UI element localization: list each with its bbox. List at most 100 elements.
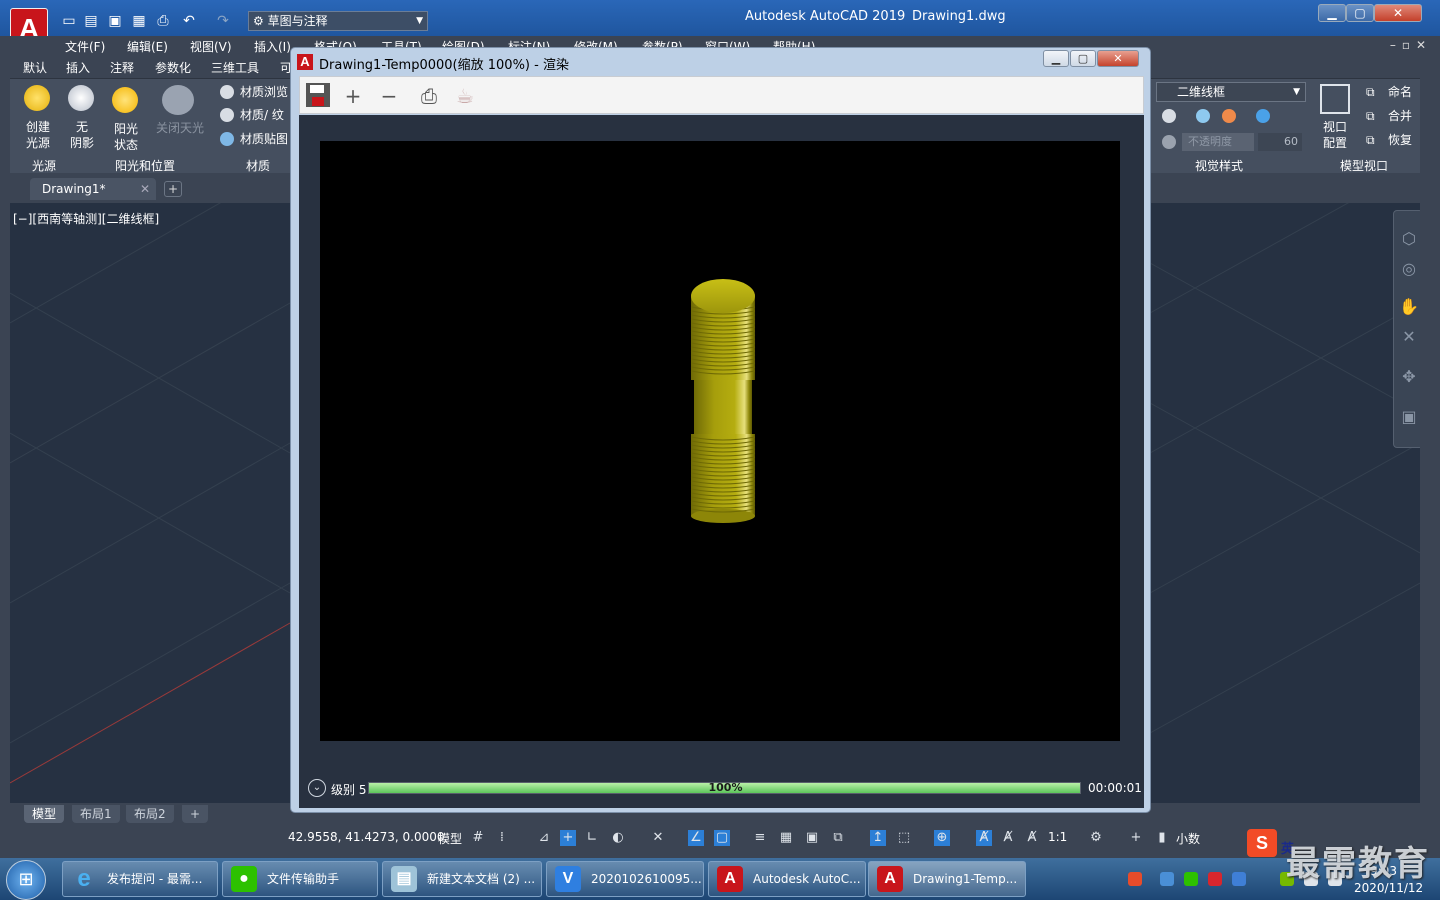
task-ie[interactable]: e 发布提问 - 最需... (62, 861, 218, 897)
sogou-ime-icon[interactable]: S (1247, 829, 1277, 857)
annotation-scale-icon[interactable]: Ⱥ (1024, 830, 1040, 846)
pan-icon[interactable]: ✋ (1399, 297, 1419, 317)
viewport-name-label[interactable]: 命名 (1388, 84, 1412, 100)
panel-model-viewports[interactable]: 模型视口 (1340, 157, 1388, 174)
face-style-icon[interactable] (1196, 109, 1210, 123)
auto-scale-icon[interactable]: Ⱥ (1000, 830, 1016, 846)
object-snap-icon[interactable]: ▢ (714, 830, 730, 846)
showmotion-icon[interactable]: ▣ (1399, 407, 1419, 427)
isodraft-icon[interactable]: ✕ (650, 830, 666, 846)
ribbon-tab-3d-tools[interactable]: 三维工具 (211, 59, 259, 76)
tab-model[interactable]: 模型 (24, 805, 65, 823)
cancel-render-icon[interactable]: ☕ (450, 81, 480, 111)
opacity-value[interactable]: 60 (1258, 133, 1302, 151)
gizmo-icon[interactable]: ⊕ (934, 830, 950, 846)
ribbon-tab-insert[interactable]: 插入 (66, 59, 90, 76)
opacity-toggle-icon[interactable] (1162, 135, 1176, 149)
named-viewport-icon[interactable]: ⧉ (1366, 84, 1375, 100)
task-autocad[interactable]: A Autodesk AutoC... (708, 861, 866, 897)
zoom-icon[interactable]: ✕ (1399, 327, 1419, 347)
object-snap-tracking-icon[interactable]: ∠ (688, 830, 704, 846)
material-texture-label[interactable]: 材质贴图 (240, 131, 288, 147)
save-as-icon[interactable]: ▦ (130, 12, 148, 30)
minimize-button[interactable]: ▁ (1318, 4, 1346, 22)
opacity-slider[interactable]: 不透明度 (1182, 133, 1254, 151)
add-layout-button[interactable]: + (182, 805, 209, 823)
sun-status-icon[interactable] (112, 87, 138, 113)
redo-icon[interactable]: ↷ (214, 12, 232, 30)
material-mapping-label[interactable]: 材质/ 纹 (240, 107, 284, 123)
visual-style-combo[interactable]: 二维线框 ▼ (1156, 82, 1306, 102)
close-button[interactable]: ✕ (1374, 4, 1422, 22)
grid-icon[interactable]: # (470, 830, 486, 846)
selection-filter-icon[interactable]: ⬚ (896, 830, 912, 846)
menu-view[interactable]: 视图(V) (190, 38, 232, 55)
render-minimize-button[interactable]: ▁ (1043, 50, 1069, 67)
steering-wheel-icon[interactable]: ◎ (1399, 259, 1419, 279)
panel-visual-styles[interactable]: 视觉样式 (1195, 157, 1243, 174)
shadow-style-icon[interactable] (1222, 109, 1236, 123)
materials-browser-label[interactable]: 材质浏览 (240, 84, 288, 100)
workspace-combo[interactable]: ⚙ 草图与注释 ▼ (248, 11, 428, 31)
viewcube-icon[interactable]: ⬡ (1399, 229, 1419, 249)
infer-constraints-icon[interactable]: ⊿ (536, 830, 552, 846)
polar-icon[interactable]: ◐ (610, 830, 626, 846)
sogou-tray-icon[interactable] (1128, 872, 1142, 886)
ribbon-tab-parametric[interactable]: 参数化 (155, 59, 191, 76)
close-icon[interactable]: ✕ (140, 178, 150, 200)
no-shadow-label[interactable]: 无 阴影 (66, 119, 98, 151)
create-light-label[interactable]: 创建 光源 (22, 119, 54, 151)
ribbon-tab-annotate[interactable]: 注释 (110, 59, 134, 76)
panel-materials[interactable]: 材质 (246, 157, 270, 174)
zoom-out-icon[interactable]: − (374, 81, 404, 111)
menu-insert[interactable]: 插入(I) (254, 38, 291, 55)
network-tray-icon[interactable] (1160, 872, 1174, 886)
viewport-restore-label[interactable]: 恢复 (1388, 132, 1412, 148)
annotation-monitor-icon[interactable]: + (1128, 830, 1144, 846)
sun-status-label[interactable]: 阳光 状态 (110, 121, 142, 153)
units-icon[interactable]: ▮ (1154, 830, 1170, 846)
workspace-gear-icon[interactable]: ⚙ (1088, 830, 1104, 846)
no-shadow-icon[interactable] (68, 85, 94, 111)
new-tab-button[interactable]: + (164, 181, 182, 197)
sky-off-icon[interactable] (162, 85, 194, 115)
materials-browser-icon[interactable] (220, 85, 234, 99)
zoom-in-icon[interactable]: + (338, 81, 368, 111)
undo-icon[interactable]: ↶ (180, 12, 198, 30)
render-maximize-button[interactable]: ▢ (1070, 50, 1096, 67)
chevron-down-icon[interactable]: ⌄ (308, 779, 326, 797)
annotation-visibility-icon[interactable]: Ⱥ (976, 830, 992, 846)
windows-start-icon[interactable]: ⊞ (6, 860, 46, 900)
plot-icon[interactable]: ⎙ (154, 12, 172, 30)
save-icon[interactable]: ▣ (106, 12, 124, 30)
open-file-icon[interactable]: ▤ (82, 12, 100, 30)
dynamic-ucs-icon[interactable]: ↥ (870, 830, 886, 846)
join-viewport-icon[interactable]: ⧉ (1366, 108, 1375, 124)
task-notepad[interactable]: ▤ 新建文本文档 (2) ... (382, 861, 542, 897)
viewport-config-label[interactable]: 视口 配置 (1318, 119, 1352, 151)
task-render-window[interactable]: A Drawing1-Temp... (868, 861, 1026, 897)
render-image[interactable] (320, 141, 1120, 741)
menu-edit[interactable]: 编辑(E) (127, 38, 168, 55)
tab-layout2[interactable]: 布局2 (126, 805, 174, 823)
coordinates-readout[interactable]: 42.9558, 41.4273, 0.0000 (288, 830, 445, 844)
orbit-icon[interactable]: ✥ (1399, 367, 1419, 387)
selection-cycling-icon[interactable]: ▣ (804, 830, 820, 846)
annotation-scale-value[interactable]: 1:1 (1048, 830, 1067, 844)
sky-off-label[interactable]: 关闭天光 (152, 120, 208, 136)
units-value[interactable]: 小数 (1176, 830, 1200, 847)
viewport-label[interactable]: [−][西南等轴测][二维线框] (13, 210, 159, 227)
tab-layout1[interactable]: 布局1 (72, 805, 120, 823)
ribbon-tab-default[interactable]: 默认 (23, 59, 47, 76)
dynamic-input-icon[interactable]: + (560, 830, 576, 846)
transparency-icon[interactable]: ▦ (778, 830, 794, 846)
viewport-config-icon[interactable] (1320, 84, 1350, 114)
task-video[interactable]: V 2020102610095... (546, 861, 704, 897)
new-file-icon[interactable]: ▭ (60, 12, 78, 30)
snap-icon[interactable]: ⁞ (494, 830, 510, 846)
task-wechat[interactable]: ● 文件传输助手 (222, 861, 378, 897)
document-window-controls[interactable]: –▫✕ (1390, 38, 1432, 52)
edge-effects-icon[interactable] (1162, 109, 1176, 123)
menu-file[interactable]: 文件(F) (65, 38, 105, 55)
save-icon[interactable] (303, 81, 333, 111)
